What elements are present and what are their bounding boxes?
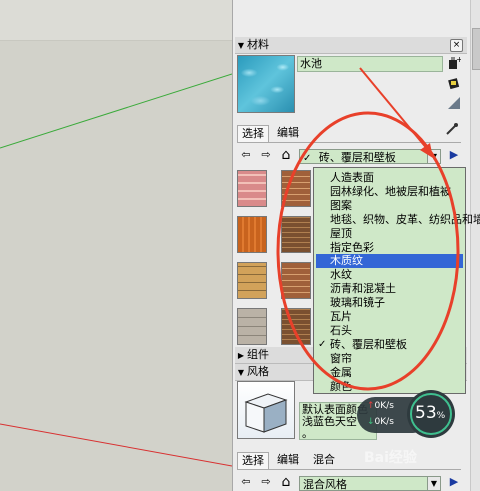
scroll-thumb[interactable] bbox=[472, 28, 480, 70]
components-title: 组件 bbox=[247, 348, 269, 361]
dropdown-option-label: 人造表面 bbox=[330, 171, 374, 184]
material-name-field[interactable]: 水池 bbox=[297, 56, 443, 72]
eyedropper-icon[interactable] bbox=[445, 122, 459, 136]
sample-triangle-icon[interactable] bbox=[447, 96, 461, 110]
gauge-percent-unit: % bbox=[436, 411, 446, 421]
svg-text:+: + bbox=[456, 56, 461, 64]
tab-style-mix[interactable]: 混合 bbox=[309, 452, 339, 468]
forward-icon[interactable]: ⇨ bbox=[259, 148, 273, 162]
chevron-down-icon[interactable]: ▼ bbox=[427, 150, 440, 163]
dropdown-option-label: 石头 bbox=[330, 323, 352, 337]
dropdown-option[interactable]: 沥青和混凝土 bbox=[316, 282, 463, 296]
collapse-icon: ▼ bbox=[237, 41, 245, 50]
dropdown-option-label: 沥青和混凝土 bbox=[330, 282, 396, 296]
materials-title: 材料 bbox=[247, 38, 269, 51]
forward-icon[interactable]: ⇨ bbox=[259, 475, 273, 489]
materials-header[interactable]: ▼ 材料 × bbox=[235, 37, 467, 54]
material-preview-swatch bbox=[237, 55, 295, 113]
dropdown-option[interactable]: 指定色彩 bbox=[316, 241, 463, 255]
download-speed: ↓0K/s bbox=[367, 417, 394, 427]
upload-speed: ↑0K/s bbox=[367, 401, 394, 411]
dropdown-option[interactable]: 窗帘 bbox=[316, 352, 463, 366]
gauge-percent: 53% bbox=[415, 403, 445, 423]
details-icon[interactable]: ▶ bbox=[447, 148, 461, 162]
dropdown-option[interactable]: 园林绿化、地被层和植被 bbox=[316, 185, 463, 199]
download-value: 0K/s bbox=[374, 417, 394, 427]
dropdown-option-label: 木质纹 bbox=[330, 254, 363, 268]
dropdown-option[interactable]: 人造表面 bbox=[316, 171, 463, 185]
dropdown-option-label: 图案 bbox=[330, 198, 352, 212]
material-tile[interactable] bbox=[237, 216, 267, 253]
material-grid bbox=[237, 170, 311, 346]
style-thumbnail bbox=[237, 381, 295, 439]
paint-bucket-icon[interactable] bbox=[447, 76, 461, 90]
dropdown-option-label: 地毯、织物、皮革、纺织品和墙纸 bbox=[330, 212, 480, 226]
upload-value: 0K/s bbox=[374, 401, 394, 411]
dropdown-option-label: 窗帘 bbox=[330, 351, 352, 365]
material-tile[interactable] bbox=[237, 170, 267, 207]
dropdown-option[interactable]: 玻璃和镜子 bbox=[316, 296, 463, 310]
dropdown-option-label: 屋顶 bbox=[330, 226, 352, 240]
collection-select-value: 砖、覆层和壁板 bbox=[318, 151, 396, 164]
styles-title: 风格 bbox=[247, 365, 269, 378]
collection-select[interactable]: ✓ 砖、覆层和壁板 ▼ bbox=[299, 149, 441, 164]
gauge-percent-value: 53 bbox=[415, 403, 437, 423]
dropdown-option[interactable]: 屋顶 bbox=[316, 227, 463, 241]
material-tile[interactable] bbox=[237, 262, 267, 299]
material-tile[interactable] bbox=[281, 262, 311, 299]
checkmark-icon: ✓ bbox=[318, 338, 327, 350]
style-collection-value: 混合风格 bbox=[303, 478, 347, 491]
red-axis bbox=[0, 423, 232, 467]
home-icon[interactable]: ⌂ bbox=[279, 148, 293, 162]
tab-edit[interactable]: 编辑 bbox=[273, 125, 303, 141]
dropdown-option-label: 金属 bbox=[330, 365, 352, 379]
dropdown-option-label: 水纹 bbox=[330, 268, 352, 282]
dropdown-option[interactable]: ✓ 砖、覆层和壁板 bbox=[316, 338, 463, 352]
dropdown-option[interactable]: 水纹 bbox=[316, 268, 463, 282]
chevron-down-icon[interactable]: ▼ bbox=[427, 477, 440, 490]
collection-dropdown-list: 人造表面 园林绿化、地被层和植被 图案 地毯、织物、皮革、纺织品和墙纸 屋顶 指定色彩 木质… bbox=[313, 167, 480, 394]
style-collection-select[interactable]: 混合风格 ▼ bbox=[299, 476, 441, 491]
green-axis bbox=[0, 73, 232, 149]
details-icon[interactable]: ▶ bbox=[447, 475, 461, 489]
material-tile[interactable] bbox=[281, 308, 311, 345]
back-icon[interactable]: ⇦ bbox=[239, 475, 253, 489]
dropdown-option-label: 砖、覆层和壁板 bbox=[330, 337, 407, 351]
tray-scrollbar[interactable] bbox=[470, 0, 480, 491]
collapse-icon: ▼ bbox=[237, 368, 245, 377]
tab-divider bbox=[237, 142, 461, 143]
watermark: Bai经验 bbox=[364, 450, 417, 466]
dropdown-option[interactable]: 瓦片 bbox=[316, 310, 463, 324]
tab-style-select[interactable]: 选择 bbox=[237, 452, 269, 469]
checkmark-icon: ✓ bbox=[303, 153, 312, 164]
up-arrow-icon: ↑ bbox=[367, 401, 375, 411]
close-icon[interactable]: × bbox=[450, 39, 463, 52]
create-material-icon[interactable]: + bbox=[447, 55, 463, 70]
model-viewport[interactable] bbox=[0, 0, 232, 491]
material-tile[interactable] bbox=[237, 308, 267, 345]
expand-icon: ▶ bbox=[237, 351, 245, 360]
tab-style-edit[interactable]: 编辑 bbox=[273, 452, 303, 468]
dropdown-option-label: 颜色 bbox=[330, 379, 352, 393]
dropdown-option-label: 园林绿化、地被层和植被 bbox=[330, 184, 451, 198]
dropdown-option[interactable]: 地毯、织物、皮革、纺织品和墙纸 bbox=[316, 213, 480, 227]
home-icon[interactable]: ⌂ bbox=[279, 475, 293, 489]
dropdown-option[interactable]: 石头 bbox=[316, 324, 463, 338]
tab-divider bbox=[237, 469, 461, 470]
dropdown-option[interactable]: 木质纹 bbox=[316, 254, 463, 269]
axis-lines bbox=[0, 73, 232, 467]
material-tile[interactable] bbox=[281, 170, 311, 207]
dropdown-option[interactable]: 金属 bbox=[316, 366, 463, 380]
back-icon[interactable]: ⇦ bbox=[239, 148, 253, 162]
dropdown-option-label: 玻璃和镜子 bbox=[330, 296, 385, 310]
tab-select[interactable]: 选择 bbox=[237, 125, 269, 142]
material-tile[interactable] bbox=[281, 216, 311, 253]
dropdown-option-label: 瓦片 bbox=[330, 310, 352, 323]
dropdown-option-label: 指定色彩 bbox=[330, 240, 374, 254]
down-arrow-icon: ↓ bbox=[367, 417, 375, 427]
network-speed-widget: ↑0K/s ↓0K/s 53% bbox=[357, 389, 457, 440]
dropdown-option[interactable]: 图案 bbox=[316, 199, 463, 213]
